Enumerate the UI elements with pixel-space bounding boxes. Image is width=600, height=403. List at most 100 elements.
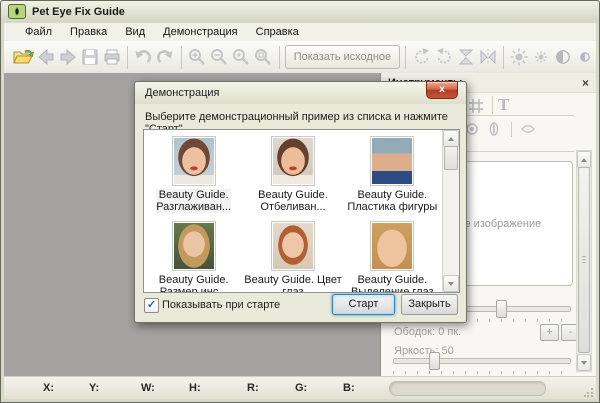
panel-separator <box>511 122 512 137</box>
demo-list: Beauty Guide.Разглаживан... Beauty Guide… <box>143 129 460 293</box>
contrast-down-button[interactable] <box>575 45 596 70</box>
zoom-actual-icon <box>231 47 251 67</box>
status-w-label: W: <box>141 382 155 394</box>
show-at-start-checkbox[interactable]: ✓ <box>144 298 159 313</box>
panel-separator <box>492 96 493 114</box>
forward-button[interactable] <box>57 45 78 70</box>
brightness-small-icon <box>531 47 551 67</box>
demo-item-body-shaping[interactable]: Beauty Guide.Пластика фигуры <box>343 136 442 213</box>
flip-horizontal-button[interactable] <box>477 45 498 70</box>
eye-outline-icon <box>519 121 537 137</box>
demo-item-smoothing[interactable]: Beauty Guide.Разглаживан... <box>144 136 243 213</box>
zoom-out-button[interactable] <box>209 45 230 70</box>
menu-help[interactable]: Справка <box>247 24 308 41</box>
print-icon <box>102 47 122 67</box>
show-at-start-label: Показывать при старте <box>162 299 280 311</box>
zoom-fit-icon <box>253 47 273 67</box>
demo-list-scrollbar[interactable] <box>442 130 459 292</box>
slider-ticks <box>393 371 569 374</box>
zoom-in-button[interactable] <box>187 45 208 70</box>
undo-button[interactable] <box>133 45 154 70</box>
menu-demo[interactable]: Демонстрация <box>154 24 247 41</box>
toolbar-separator <box>405 46 406 69</box>
status-r-label: R: <box>247 382 259 394</box>
scroll-down-button[interactable] <box>577 354 591 371</box>
undo-icon <box>133 47 153 67</box>
status-h-label: H: <box>189 382 201 394</box>
cat-eye-icon <box>485 120 503 138</box>
save-icon <box>80 47 100 67</box>
brightness-label: Яркость: 50 <box>394 345 454 357</box>
cat-eye-tool-button[interactable] <box>485 120 503 138</box>
print-button[interactable] <box>101 45 122 70</box>
grid-tool-button[interactable] <box>467 97 485 115</box>
dialog-title-bar[interactable]: Демонстрация x <box>135 82 466 104</box>
zoom-in-icon <box>187 47 207 67</box>
contrast-up-button[interactable] <box>553 45 574 70</box>
menu-file[interactable]: Файл <box>16 24 61 41</box>
rotate-cw-button[interactable] <box>411 45 432 70</box>
zoom-out-icon <box>209 47 229 67</box>
demo-item-eye-highlight[interactable]: Beauty Guide.Выделение глаз <box>343 221 442 293</box>
rotate-cw-icon <box>412 47 432 67</box>
demo-caption: Beauty Guide.Выделение глаз <box>351 274 434 293</box>
menu-view[interactable]: Вид <box>116 24 154 41</box>
toolbar-separator <box>503 46 504 69</box>
flip-horizontal-icon <box>478 47 498 67</box>
zoom-fit-button[interactable] <box>253 45 274 70</box>
brightness-icon <box>509 47 529 67</box>
demo-thumbnail <box>271 221 315 271</box>
app-icon <box>8 4 26 19</box>
close-button[interactable]: Закрыть <box>401 294 458 315</box>
scrollbar-thumb[interactable] <box>444 146 458 170</box>
demo-item-whitening[interactable]: Beauty Guide.Отбеливан... <box>243 136 342 213</box>
panel-close-icon[interactable]: × <box>582 77 589 89</box>
title-bar[interactable]: Pet Eye Fix Guide <box>1 1 599 22</box>
eye-outline-tool-button[interactable] <box>519 121 537 137</box>
text-tool-icon: T <box>498 95 509 115</box>
redo-button[interactable] <box>155 45 176 70</box>
rotate-ccw-button[interactable] <box>433 45 454 70</box>
scroll-down-button[interactable] <box>443 275 459 292</box>
demo-item-eye-color[interactable]: Beauty Guide. Цветглаз <box>243 221 342 293</box>
panel-scrollbar[interactable] <box>576 150 592 372</box>
demo-caption: Beauty Guide.Размер инс... <box>159 274 229 293</box>
back-arrow-icon <box>36 47 56 67</box>
status-bar: X: Y: W: H: R: G: B: <box>4 376 596 399</box>
dialog-close-button[interactable]: x <box>426 81 458 99</box>
app-window: Pet Eye Fix Guide Файл Правка Вид Демонс… <box>0 0 600 403</box>
size-slider-knob[interactable] <box>496 300 507 318</box>
resize-grip[interactable] <box>584 387 594 397</box>
demo-caption: Beauty Guide.Отбеливан... <box>258 189 328 213</box>
toolbar: Показать исходное <box>4 41 596 74</box>
toolbar-separator <box>127 46 128 69</box>
open-button[interactable] <box>13 45 34 70</box>
brightness-slider-knob[interactable] <box>429 352 440 370</box>
text-tool-button[interactable]: T <box>498 95 509 115</box>
grid-icon <box>467 97 485 115</box>
scrollbar-thumb[interactable] <box>578 167 590 353</box>
brightness-down-button[interactable] <box>531 45 552 70</box>
status-x-label: X: <box>43 382 54 394</box>
toolbar-separator <box>279 46 280 69</box>
scroll-up-button[interactable] <box>577 151 591 168</box>
back-button[interactable] <box>35 45 56 70</box>
rim-plus-button[interactable]: + <box>540 324 559 341</box>
start-button[interactable]: Старт <box>332 294 395 315</box>
brightness-slider[interactable] <box>393 358 571 364</box>
contrast-icon <box>553 47 573 67</box>
demo-dialog: Демонстрация x Выберите демонстрационный… <box>134 81 467 323</box>
open-folder-icon <box>13 48 34 67</box>
save-button[interactable] <box>79 45 100 70</box>
scroll-up-button[interactable] <box>443 130 459 147</box>
demo-thumbnail <box>172 136 216 186</box>
menu-edit[interactable]: Правка <box>61 24 116 41</box>
show-original-button[interactable]: Показать исходное <box>285 45 400 69</box>
flip-vertical-button[interactable] <box>455 45 476 70</box>
demo-thumbnail <box>172 221 216 271</box>
redo-icon <box>155 47 175 67</box>
status-progress-area <box>389 381 546 396</box>
brightness-up-button[interactable] <box>509 45 530 70</box>
demo-item-size[interactable]: Beauty Guide.Размер инс... <box>144 221 243 293</box>
zoom-actual-button[interactable] <box>231 45 252 70</box>
